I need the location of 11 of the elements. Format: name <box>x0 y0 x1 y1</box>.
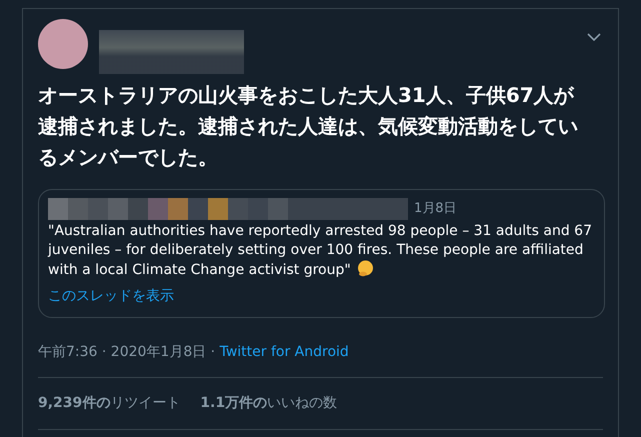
quote-text: "Australian authorities have reportedly arrested 98 people – 31 adults and 67 juveniles – for deliberately setting over 100 fires. These people are affiliated with a local Climate Change activist group" <box>48 222 593 280</box>
avatar[interactable] <box>38 19 88 69</box>
tweet-timestamp: 午前7:36 · 2020年1月8日 · <box>38 344 216 360</box>
chevron-down-icon[interactable] <box>587 33 601 42</box>
source-link[interactable]: Twitter for Android <box>220 344 349 360</box>
quoted-tweet-card[interactable] <box>38 189 605 318</box>
tweet-stat[interactable]: 9,239件のリツイート <box>38 393 180 414</box>
tweet-stat[interactable]: 1.1万件のいいねの数 <box>200 393 338 414</box>
quote-date: 1月8日 <box>414 200 457 218</box>
tweet-text: オーストラリアの山火事をおこした大人31人、子供67人が逮捕されました。逮捕された人達は、気候変動活動をしているメンバーでした。 <box>38 82 579 171</box>
show-thread-link[interactable]: このスレッドを表示 <box>48 286 595 307</box>
